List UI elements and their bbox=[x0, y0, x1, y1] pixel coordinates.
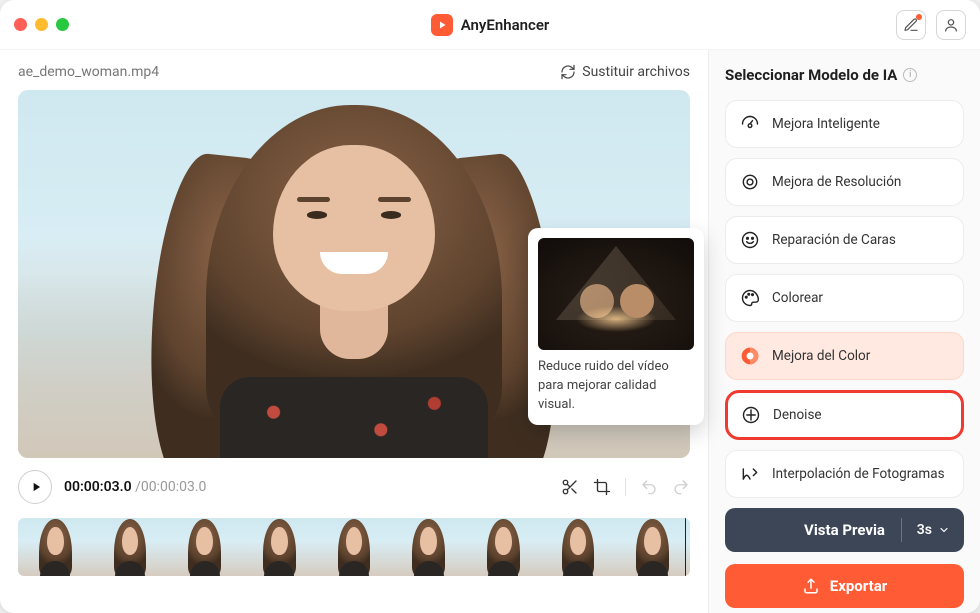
model-option-resolution[interactable]: Mejora de Resolución bbox=[725, 158, 964, 206]
timeline-frame[interactable] bbox=[93, 518, 168, 576]
preview-label: Vista Previa bbox=[804, 521, 885, 539]
timeline-frame[interactable] bbox=[615, 518, 690, 576]
refresh-icon bbox=[560, 64, 576, 80]
info-icon[interactable]: i bbox=[903, 68, 917, 82]
play-icon bbox=[29, 480, 43, 494]
play-button[interactable] bbox=[18, 470, 52, 504]
minimize-window-button[interactable] bbox=[35, 18, 48, 31]
feedback-button[interactable] bbox=[896, 10, 926, 40]
export-label: Exportar bbox=[830, 577, 887, 595]
cut-icon[interactable] bbox=[561, 478, 579, 496]
target-icon bbox=[740, 172, 760, 192]
tooltip-thumbnail bbox=[538, 238, 694, 350]
current-time: 00:00:03.0 bbox=[64, 479, 132, 495]
app-title: AnyEnhancer bbox=[461, 16, 550, 34]
account-button[interactable] bbox=[936, 10, 966, 40]
app-window: AnyEnhancer ae_demo_woman.mp4 Sustituir … bbox=[0, 0, 980, 613]
preview-duration-selector[interactable]: 3s bbox=[917, 522, 950, 538]
model-label: Mejora del Color bbox=[772, 348, 870, 364]
tooltip-text: Reduce ruido del vídeo para mejorar cali… bbox=[538, 358, 694, 415]
panel-title: Seleccionar Modelo de IA bbox=[725, 66, 897, 84]
window-controls bbox=[14, 18, 69, 31]
close-window-button[interactable] bbox=[14, 18, 27, 31]
model-tooltip-card: Reduce ruido del vídeo para mejorar cali… bbox=[528, 228, 704, 425]
controls-divider bbox=[625, 478, 626, 496]
app-title-group: AnyEnhancer bbox=[0, 14, 980, 36]
playhead[interactable] bbox=[685, 518, 687, 576]
preview-duration: 3s bbox=[917, 522, 932, 538]
model-label: Mejora Inteligente bbox=[772, 116, 880, 132]
crop-icon[interactable] bbox=[593, 478, 611, 496]
model-option-face-repair[interactable]: Reparación de Caras bbox=[725, 216, 964, 264]
editor-area: ae_demo_woman.mp4 Sustituir archivos bbox=[0, 50, 708, 613]
color-wheel-icon bbox=[740, 346, 760, 366]
interpolation-icon bbox=[740, 464, 760, 484]
redo-icon[interactable] bbox=[672, 478, 690, 496]
denoise-icon bbox=[741, 405, 761, 425]
replace-file-button[interactable]: Sustituir archivos bbox=[560, 64, 690, 80]
timeline[interactable] bbox=[18, 518, 690, 576]
title-bar: AnyEnhancer bbox=[0, 0, 980, 50]
timeline-frame[interactable] bbox=[242, 518, 317, 576]
preview-button[interactable]: Vista Previa 3s bbox=[725, 508, 964, 552]
app-logo-icon bbox=[431, 14, 453, 36]
ai-model-panel: Seleccionar Modelo de IA i Mejora Inteli… bbox=[708, 50, 980, 613]
timeline-frame[interactable] bbox=[167, 518, 242, 576]
timeline-frame[interactable] bbox=[391, 518, 466, 576]
model-label: Interpolación de Fotogramas bbox=[772, 466, 945, 482]
model-label: Reparación de Caras bbox=[772, 232, 896, 248]
model-option-smart-enhance[interactable]: Mejora Inteligente bbox=[725, 100, 964, 148]
smile-icon bbox=[740, 230, 760, 250]
timeline-frame[interactable] bbox=[317, 518, 392, 576]
playback-time: 00:00:03.0 /00:00:03.0 bbox=[64, 479, 206, 495]
gauge-icon bbox=[740, 114, 760, 134]
export-button[interactable]: Exportar bbox=[725, 564, 964, 608]
palette-icon bbox=[740, 288, 760, 308]
model-option-denoise[interactable]: Denoise bbox=[725, 390, 964, 440]
undo-icon[interactable] bbox=[640, 478, 658, 496]
model-label: Mejora de Resolución bbox=[772, 174, 901, 190]
model-option-frame-interpolation[interactable]: Interpolación de Fotogramas bbox=[725, 450, 964, 498]
total-duration: 00:00:03.0 bbox=[141, 479, 207, 495]
file-name-label: ae_demo_woman.mp4 bbox=[18, 64, 159, 80]
timeline-frame[interactable] bbox=[18, 518, 93, 576]
timeline-frame[interactable] bbox=[541, 518, 616, 576]
model-label: Denoise bbox=[773, 407, 822, 423]
model-label: Colorear bbox=[772, 290, 823, 306]
maximize-window-button[interactable] bbox=[56, 18, 69, 31]
user-icon bbox=[943, 17, 959, 33]
replace-file-label: Sustituir archivos bbox=[582, 64, 690, 80]
model-option-colorize[interactable]: Colorear bbox=[725, 274, 964, 322]
export-icon bbox=[802, 577, 820, 595]
timeline-frame[interactable] bbox=[466, 518, 541, 576]
chevron-down-icon bbox=[938, 524, 950, 536]
model-option-color-enhance[interactable]: Mejora del Color bbox=[725, 332, 964, 380]
